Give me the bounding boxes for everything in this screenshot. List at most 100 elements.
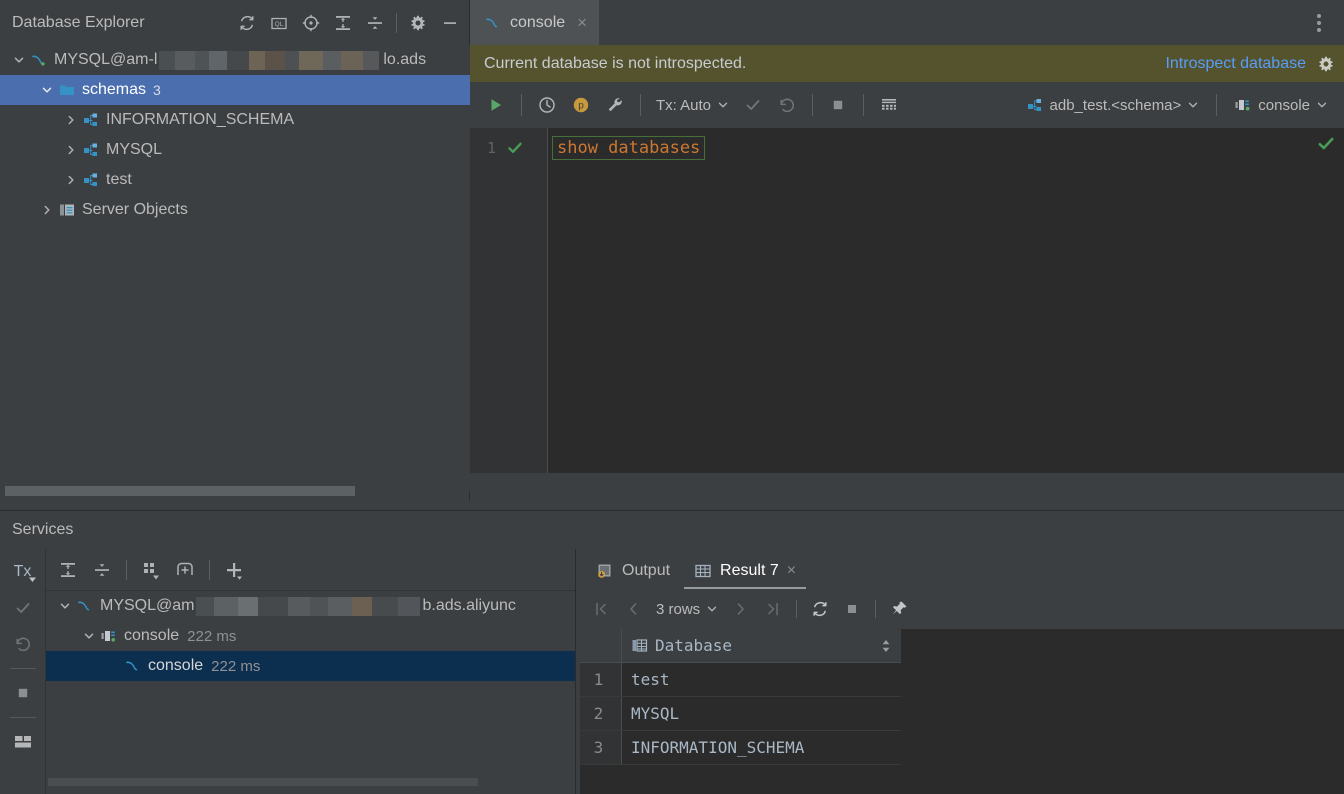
cell-database[interactable]: MYSQL bbox=[622, 697, 901, 730]
stop-icon[interactable] bbox=[822, 89, 854, 121]
commit-check-icon[interactable] bbox=[737, 89, 769, 121]
services-row-console-statement[interactable]: console 222 ms bbox=[46, 651, 575, 681]
chevron-right-icon[interactable] bbox=[62, 174, 80, 186]
editor-code-body[interactable]: show databases bbox=[548, 128, 1344, 473]
statement-ok-icon[interactable] bbox=[506, 139, 524, 157]
table-row[interactable]: 3 INFORMATION_SCHEMA bbox=[576, 731, 901, 765]
minimize-icon[interactable] bbox=[435, 8, 465, 38]
services-row-console-session[interactable]: console 222 ms bbox=[46, 621, 575, 651]
first-page-icon[interactable] bbox=[586, 594, 616, 624]
toolbar-divider bbox=[796, 600, 798, 618]
last-page-icon[interactable] bbox=[758, 594, 788, 624]
settings-gear-icon[interactable] bbox=[403, 8, 433, 38]
settings-gear-icon[interactable] bbox=[1316, 54, 1336, 74]
tab-console-label: console bbox=[510, 13, 566, 31]
services-tree-pane: MYSQL@am b.ads.aliyunc console 222 ms co… bbox=[46, 549, 575, 794]
prev-page-icon[interactable] bbox=[618, 594, 648, 624]
results-tab-strip: Output Result 7 × bbox=[576, 549, 1344, 589]
chevron-down-icon[interactable] bbox=[56, 600, 74, 612]
inspection-ok-icon[interactable] bbox=[1316, 134, 1336, 159]
chevron-down-icon[interactable] bbox=[38, 84, 56, 96]
notification-message: Current database is not introspected. bbox=[484, 54, 747, 72]
pin-icon[interactable] bbox=[884, 594, 914, 624]
services-label-console-statement: console bbox=[148, 657, 204, 674]
stop-button[interactable] bbox=[6, 676, 40, 710]
tree-row-information-schema[interactable]: INFORMATION_SCHEMA bbox=[0, 105, 470, 135]
table-row[interactable]: 1 test bbox=[576, 663, 901, 697]
tx-mode-combo[interactable]: Tx: Auto bbox=[650, 93, 735, 118]
editor-bottom-strip bbox=[470, 473, 1344, 500]
server-objects-icon bbox=[56, 201, 78, 219]
rollback-button[interactable] bbox=[6, 627, 40, 661]
chevron-right-icon[interactable] bbox=[62, 114, 80, 126]
chevron-down-icon[interactable] bbox=[80, 630, 98, 642]
sort-indicator-icon[interactable] bbox=[881, 639, 891, 653]
history-icon[interactable] bbox=[531, 89, 563, 121]
data-grid-icon[interactable] bbox=[873, 89, 905, 121]
collapse-all-icon[interactable] bbox=[86, 554, 118, 586]
add-icon[interactable] bbox=[218, 554, 250, 586]
chevron-down-icon[interactable] bbox=[10, 54, 28, 66]
commit-button[interactable] bbox=[6, 591, 40, 625]
result-grid[interactable]: Database 1 test 2 MYSQL 3 INFORMATION_SC… bbox=[576, 629, 1344, 794]
cell-database[interactable]: test bbox=[622, 663, 901, 696]
tx-mode-button[interactable]: Tx bbox=[6, 555, 40, 589]
grid-column-header-database[interactable]: Database bbox=[622, 629, 901, 662]
database-explorer-tree[interactable]: MYSQL@am-l lo.ads schemas 3 INFORMATION_… bbox=[0, 45, 470, 492]
rollback-icon[interactable] bbox=[771, 89, 803, 121]
database-explorer-header: Database Explorer QL bbox=[0, 0, 469, 45]
services-tree[interactable]: MYSQL@am b.ads.aliyunc console 222 ms co… bbox=[46, 591, 575, 787]
schema-icon bbox=[80, 141, 102, 159]
tab-result-7[interactable]: Result 7 × bbox=[684, 553, 807, 589]
chevron-right-icon[interactable] bbox=[62, 144, 80, 156]
expand-all-icon[interactable] bbox=[328, 8, 358, 38]
tree-label-information-schema: INFORMATION_SCHEMA bbox=[106, 111, 295, 128]
run-icon[interactable] bbox=[480, 89, 512, 121]
toolbar-divider bbox=[812, 94, 814, 116]
rows-count-combo[interactable]: 3 rows bbox=[650, 597, 724, 622]
mysql-dolphin-icon bbox=[484, 14, 502, 32]
more-options-icon[interactable] bbox=[1302, 0, 1336, 45]
ql-console-icon[interactable]: QL bbox=[264, 8, 294, 38]
tab-result-7-label: Result 7 bbox=[720, 562, 779, 579]
schema-selector-combo[interactable]: adb_test.<schema> bbox=[1020, 92, 1206, 118]
collapse-all-icon[interactable] bbox=[360, 8, 390, 38]
stop-icon[interactable] bbox=[837, 594, 867, 624]
scrollbar-thumb[interactable] bbox=[48, 778, 478, 786]
close-icon[interactable]: × bbox=[787, 562, 796, 580]
expand-all-icon[interactable] bbox=[52, 554, 84, 586]
refresh-icon[interactable] bbox=[232, 8, 262, 38]
group-by-icon[interactable] bbox=[135, 554, 167, 586]
settings-wrench-icon[interactable] bbox=[599, 89, 631, 121]
next-page-icon[interactable] bbox=[726, 594, 756, 624]
introspection-notification-bar: Current database is not introspected. In… bbox=[470, 45, 1344, 82]
cell-database[interactable]: INFORMATION_SCHEMA bbox=[622, 731, 901, 764]
sql-statement-text[interactable]: show databases bbox=[552, 136, 706, 160]
tree-row-test-schema[interactable]: test bbox=[0, 165, 470, 195]
add-frame-icon[interactable] bbox=[169, 554, 201, 586]
introspect-database-link[interactable]: Introspect database bbox=[1165, 55, 1306, 73]
results-toolbar: 3 rows bbox=[576, 589, 1344, 629]
tree-row-mysql-schema[interactable]: MYSQL bbox=[0, 135, 470, 165]
tree-row-server-objects[interactable]: Server Objects bbox=[0, 195, 470, 225]
schema-selector-label: adb_test.<schema> bbox=[1049, 96, 1182, 114]
layout-button[interactable] bbox=[6, 725, 40, 759]
table-row[interactable]: 2 MYSQL bbox=[576, 697, 901, 731]
explorer-horizontal-scrollbar[interactable] bbox=[0, 485, 470, 497]
tree-row-schemas[interactable]: schemas 3 bbox=[0, 75, 470, 105]
chevron-right-icon[interactable] bbox=[38, 204, 56, 216]
close-icon[interactable]: × bbox=[577, 13, 587, 33]
scrollbar-thumb[interactable] bbox=[5, 486, 355, 496]
schema-icon bbox=[80, 111, 102, 129]
services-horizontal-scrollbar[interactable] bbox=[46, 777, 575, 787]
folder-icon bbox=[56, 81, 78, 99]
sql-code-area[interactable]: 1 show databases bbox=[470, 128, 1344, 473]
scroll-from-source-icon[interactable] bbox=[296, 8, 326, 38]
services-row-connection[interactable]: MYSQL@am b.ads.aliyunc bbox=[46, 591, 575, 621]
tab-output[interactable]: Output bbox=[586, 553, 680, 589]
profiler-icon[interactable]: p bbox=[565, 89, 597, 121]
session-selector-combo[interactable]: console bbox=[1228, 92, 1334, 118]
tab-console[interactable]: console × bbox=[470, 0, 600, 45]
reload-icon[interactable] bbox=[805, 594, 835, 624]
tree-row-connection[interactable]: MYSQL@am-l lo.ads bbox=[0, 45, 470, 75]
